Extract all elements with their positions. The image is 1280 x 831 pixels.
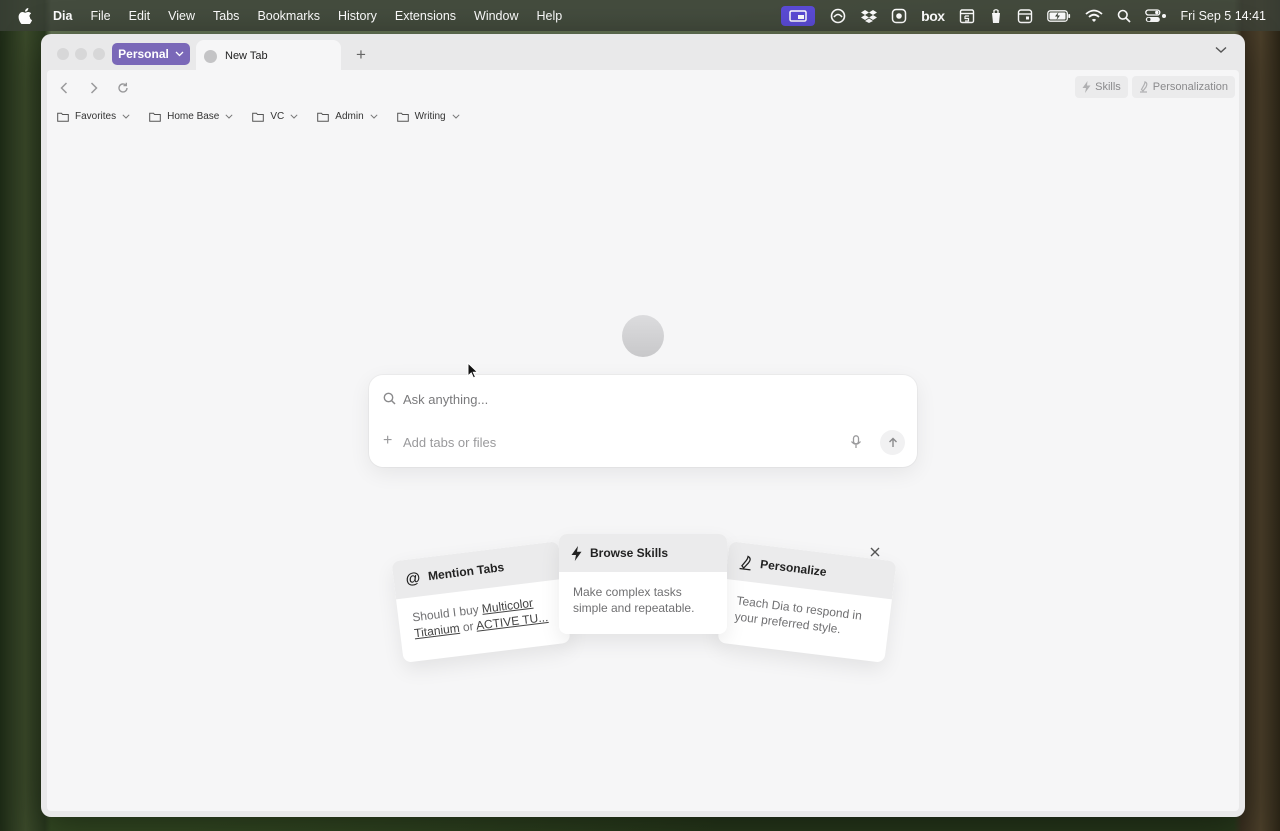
mouse-pointer-icon	[467, 362, 479, 379]
tab-bar: Personal New Tab +	[41, 34, 1245, 72]
personalization-label: Personalization	[1152, 81, 1228, 93]
tab-new-tab[interactable]: New Tab	[196, 40, 341, 72]
chevron-down-icon	[175, 51, 184, 57]
bookmark-folder-writing[interactable]: Writing	[396, 111, 460, 122]
tab-title: New Tab	[225, 50, 268, 62]
control-center-icon[interactable]	[1144, 6, 1167, 26]
chevron-down-icon	[225, 114, 233, 119]
skills-label: Skills	[1095, 81, 1121, 93]
bookmark-label: Admin	[335, 111, 364, 122]
chevron-down-icon	[370, 114, 378, 119]
chevron-down-icon	[290, 114, 298, 119]
back-button[interactable]	[55, 79, 73, 97]
close-window-button[interactable]	[57, 48, 69, 60]
spotlight-search-icon[interactable]	[1117, 6, 1131, 26]
profile-switcher-button[interactable]: Personal	[112, 43, 190, 65]
add-tabs-or-files-link[interactable]: Add tabs or files	[403, 435, 496, 450]
chevron-right-icon	[90, 82, 98, 94]
pen-icon	[1139, 81, 1148, 93]
mention-tabs-card[interactable]: @ Mention Tabs Should I buy Multicolor T…	[391, 541, 571, 663]
new-tab-button[interactable]: +	[351, 45, 371, 64]
search-icon	[383, 392, 396, 405]
bookmark-label: Writing	[414, 111, 446, 122]
reload-button[interactable]	[114, 79, 132, 97]
page-content: Skills Personalization Favorites Home Ba…	[47, 70, 1239, 811]
menu-bookmarks[interactable]: Bookmarks	[248, 9, 329, 23]
gear-app-icon[interactable]	[891, 6, 907, 26]
card-header: Browse Skills	[559, 534, 727, 572]
ask-box: + Add tabs or files	[369, 375, 917, 467]
lightning-icon	[571, 545, 582, 561]
folder-icon	[149, 112, 161, 122]
close-cards-button[interactable]	[867, 544, 883, 560]
calendar-icon[interactable]	[1017, 6, 1033, 26]
lightning-icon	[1082, 81, 1091, 93]
menu-file[interactable]: File	[81, 9, 119, 23]
dia-logo	[622, 315, 664, 357]
card-body-text: or	[458, 618, 477, 635]
menu-clock[interactable]: Fri Sep 5 14:41	[1181, 6, 1266, 26]
at-sign-icon: @	[404, 568, 422, 588]
bookmarks-bar: Favorites Home Base VC Admin Writing	[57, 111, 460, 122]
browser-window: Personal New Tab + Skills Personalizatio…	[41, 34, 1245, 817]
minimize-window-button[interactable]	[75, 48, 87, 60]
card-body: Make complex tasks simple and repeatable…	[573, 585, 695, 615]
apple-menu-icon[interactable]	[16, 7, 34, 24]
skills-button[interactable]: Skills	[1075, 76, 1128, 98]
browser-toolbar: Skills Personalization	[47, 70, 1239, 104]
chevron-down-icon	[452, 114, 460, 119]
bookmark-folder-vc[interactable]: VC	[252, 111, 298, 122]
tab-overview-chevron-icon[interactable]	[1215, 46, 1227, 54]
card-title: Browse Skills	[590, 546, 669, 560]
folder-icon	[396, 112, 409, 122]
battery-charging-icon[interactable]	[1046, 6, 1071, 26]
pen-icon	[739, 554, 751, 571]
bookmark-label: Home Base	[167, 111, 220, 122]
add-attachment-button[interactable]: +	[383, 433, 392, 449]
menu-tabs[interactable]: Tabs	[204, 9, 248, 23]
menu-help[interactable]: Help	[528, 9, 572, 23]
menu-view[interactable]: View	[159, 9, 204, 23]
menu-app-dia[interactable]: Dia	[44, 9, 81, 23]
bookmark-label: Favorites	[75, 111, 117, 122]
forward-button[interactable]	[85, 79, 103, 97]
send-button[interactable]	[880, 430, 905, 455]
menu-history[interactable]: History	[329, 9, 386, 23]
tab-favicon-icon	[204, 49, 217, 63]
personalization-button[interactable]: Personalization	[1131, 76, 1235, 98]
folder-icon	[252, 112, 265, 122]
bookmark-folder-home-base[interactable]: Home Base	[149, 111, 233, 122]
card-title: Personalize	[759, 557, 828, 580]
browse-skills-card[interactable]: Browse Skills Make complex tasks simple …	[559, 534, 727, 634]
microphone-icon[interactable]	[850, 435, 862, 449]
bookmark-label: VC	[270, 111, 285, 122]
arrow-up-icon	[888, 437, 897, 447]
bookmark-folder-admin[interactable]: Admin	[317, 111, 378, 122]
menu-edit[interactable]: Edit	[120, 9, 160, 23]
bookmark-folder-favorites[interactable]: Favorites	[57, 111, 130, 122]
folder-icon	[57, 112, 69, 122]
box-icon[interactable]: box	[921, 6, 945, 26]
screen-share-icon[interactable]	[781, 5, 816, 26]
bucket-icon[interactable]	[989, 6, 1003, 26]
menu-window[interactable]: Window	[465, 9, 527, 23]
wifi-icon[interactable]	[1084, 6, 1103, 26]
profile-label: Personal	[118, 47, 169, 61]
menu-extensions[interactable]: Extensions	[386, 9, 465, 23]
chevron-down-icon	[122, 114, 130, 119]
window-controls	[57, 48, 105, 60]
menu-bar: Dia File Edit View Tabs Bookmarks Histor…	[0, 0, 1280, 31]
dropbox-icon[interactable]	[861, 6, 878, 26]
reload-icon	[118, 82, 128, 93]
creative-cloud-icon[interactable]	[829, 6, 847, 26]
chevron-left-icon	[60, 82, 68, 94]
zoom-window-button[interactable]	[93, 48, 105, 60]
calendar-5-icon[interactable]	[959, 6, 975, 26]
card-title: Mention Tabs	[427, 559, 505, 584]
close-icon	[870, 547, 880, 557]
folder-icon	[317, 112, 330, 122]
ask-input[interactable]	[403, 389, 883, 409]
